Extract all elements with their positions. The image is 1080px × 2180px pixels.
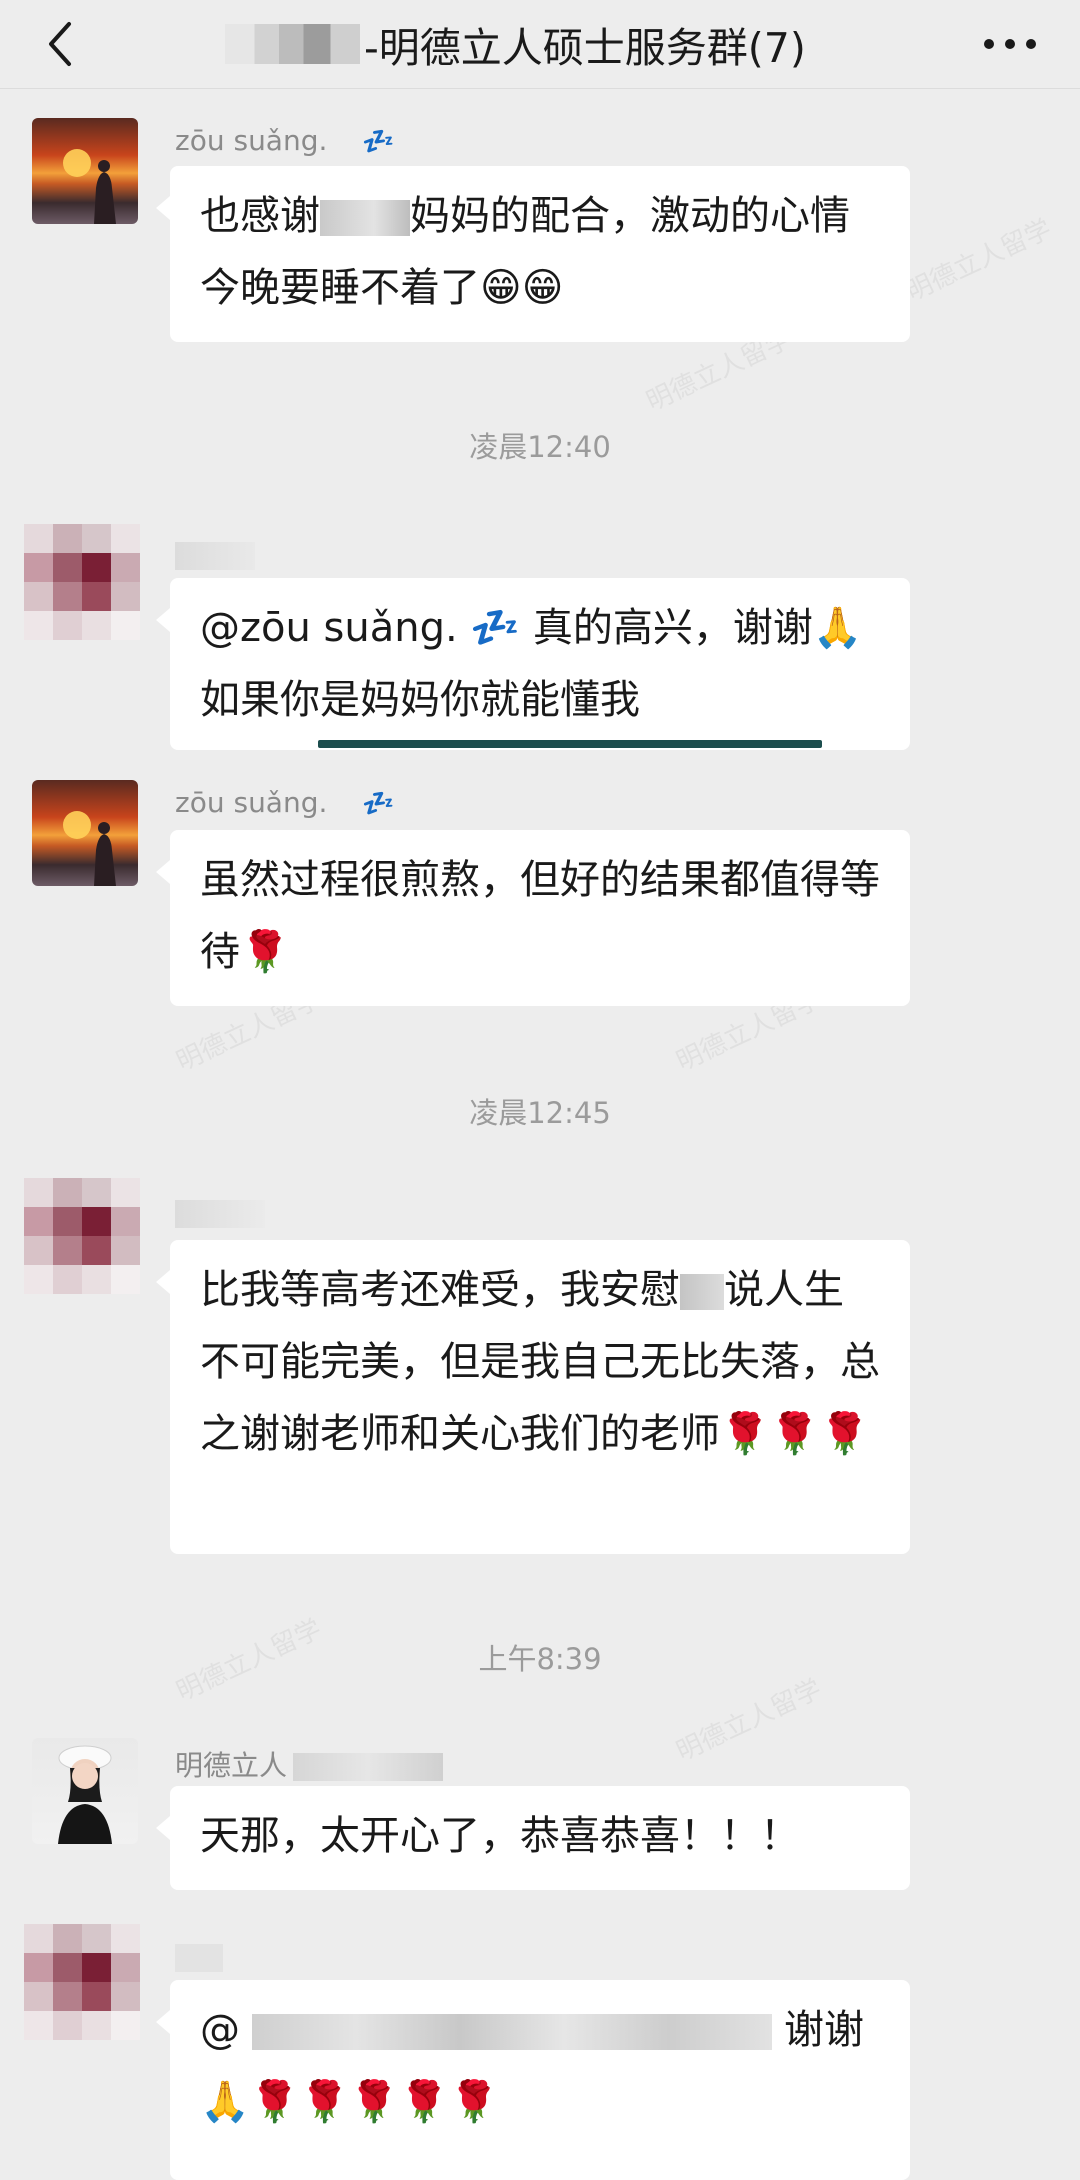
avatar[interactable]	[24, 1924, 140, 2040]
chevron-left-icon	[49, 22, 71, 66]
chat-header: -明德立人硕士服务群(7)	[0, 0, 1080, 89]
message-bubble[interactable]: @ 谢谢 🙏🌹🌹🌹🌹🌹	[156, 1980, 910, 2180]
zzz-icon: 💤	[362, 127, 395, 157]
redacted-name	[225, 24, 360, 64]
more-button[interactable]	[980, 20, 1040, 68]
avatar-image	[63, 811, 116, 886]
avatar[interactable]	[32, 118, 138, 224]
message-bubble[interactable]: 也感谢 妈妈的配合，激动的心情今晚要睡不着了😁😁	[156, 166, 910, 342]
avatar-image	[58, 1745, 112, 1844]
back-button[interactable]	[38, 16, 82, 72]
sender-name: zōu suǎng. 💤	[175, 786, 395, 819]
sender-name	[175, 1200, 265, 1228]
timestamp: 凌晨12:45	[469, 1096, 611, 1130]
avatar-image	[63, 149, 116, 224]
message-bubble[interactable]: 比我等高考还难受，我安慰 说人生不可能完美，但是我自己无比失落，总之谢谢老师和关心…	[156, 1240, 910, 1554]
sender-name: zōu suǎng. 💤	[175, 124, 395, 157]
sender-name	[175, 1944, 223, 1972]
redacted-name	[293, 1753, 444, 1781]
avatar[interactable]	[32, 780, 138, 886]
chat-title-text: -明德立人硕士服务群(7)	[364, 24, 806, 72]
avatar[interactable]	[24, 1178, 140, 1294]
message-bubble[interactable]: @zōu suǎng. 💤 真的高兴，谢谢🙏如果你是妈妈你就能懂我	[156, 578, 910, 750]
sender-name: 明德立人	[175, 1744, 444, 1784]
zzz-icon: 💤	[362, 789, 395, 819]
timestamp: 凌晨12:40	[469, 430, 611, 464]
timestamp: 上午8:39	[478, 1642, 602, 1676]
message-bubble[interactable]: 虽然过程很煎熬，但好的结果都值得等待🌹	[156, 830, 910, 1006]
sender-name	[175, 542, 255, 570]
more-dots-icon	[984, 39, 1036, 49]
redacted-name	[680, 1274, 724, 1310]
watermark: 明德立人留学	[902, 214, 1057, 308]
watermark: 明德立人留学	[672, 1674, 827, 1768]
redacted-name	[252, 2014, 772, 2050]
message-bubble[interactable]: 天那，太开心了，恭喜恭喜！！！	[156, 1786, 910, 1890]
redacted-name	[320, 200, 410, 236]
chat-title: -明德立人硕士服务群(7)	[225, 0, 865, 88]
highlight-underline	[318, 740, 822, 748]
avatar[interactable]	[32, 1738, 138, 1844]
avatar[interactable]	[24, 524, 140, 640]
